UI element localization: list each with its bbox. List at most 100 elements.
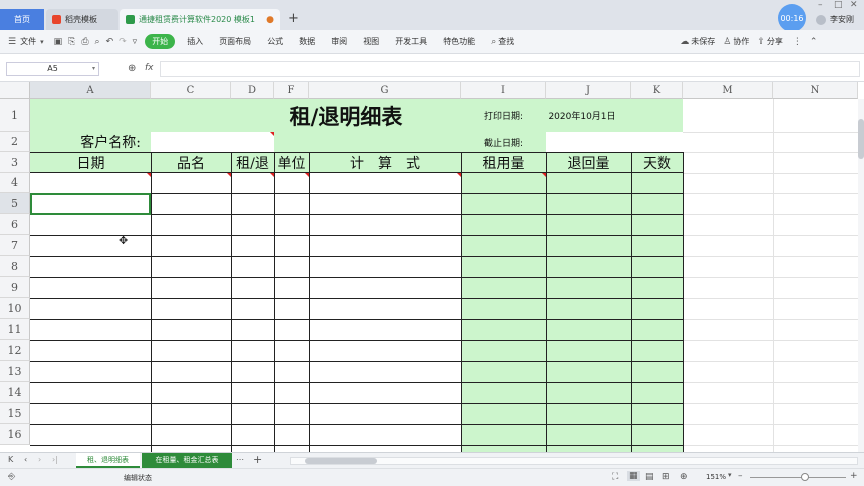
name-box[interactable]: A5 ▾ [6, 62, 99, 76]
col-header-f[interactable]: F [274, 82, 309, 99]
menu-formula[interactable]: 公式 [267, 36, 283, 47]
row-header[interactable]: 3 [0, 152, 30, 173]
header-return-qty[interactable]: 退回量 [546, 152, 631, 173]
header-item[interactable]: 品名 [151, 152, 231, 173]
select-all-corner[interactable] [0, 82, 30, 99]
add-sheet-icon[interactable]: + [253, 453, 262, 466]
zoom-formula-icon[interactable]: ⊕ [128, 63, 136, 74]
row-header[interactable]: 9 [0, 277, 30, 298]
new-tab-button[interactable]: + [288, 11, 299, 26]
col-header-i[interactable]: I [461, 82, 546, 99]
sheet-tab-summary[interactable]: 在租量、租金汇总表 [142, 453, 232, 468]
row-header[interactable]: 4 [0, 173, 30, 193]
col-header-m[interactable]: M [683, 82, 773, 99]
spreadsheet-grid[interactable]: A C D F G I J K M N 1 2 3 4 5 6 7 8 9 10… [0, 82, 864, 452]
row-header[interactable]: 13 [0, 361, 30, 382]
menu-view[interactable]: 视图 [363, 36, 379, 47]
fx-icon[interactable]: fx [145, 63, 154, 73]
zoom-level[interactable]: 151% [706, 473, 726, 481]
menu-data[interactable]: 数据 [299, 36, 315, 47]
zoom-out-icon[interactable]: – [738, 471, 743, 481]
customer-label[interactable]: 客户名称: [30, 132, 151, 152]
cloud-icon[interactable]: ☁ [680, 37, 689, 47]
header-date[interactable]: 日期 [30, 152, 151, 173]
vertical-scrollbar[interactable] [858, 99, 864, 452]
col-header-j[interactable]: J [546, 82, 631, 99]
collab-icon[interactable]: ♙ [723, 37, 731, 47]
col-header-a[interactable]: A [30, 82, 151, 99]
close-icon[interactable]: ✕ [850, 0, 858, 10]
row-header[interactable]: 1 [0, 99, 30, 132]
comment-indicator[interactable] [305, 173, 309, 177]
zoom-dropdown-icon[interactable]: ▾ [728, 471, 732, 479]
hamburger-icon[interactable]: ☰ [8, 37, 16, 47]
row-header[interactable]: 14 [0, 382, 30, 403]
chevron-down-icon[interactable]: ▾ [40, 38, 44, 46]
more-sheets-icon[interactable]: ⋯ [236, 455, 244, 464]
menu-developer[interactable]: 开发工具 [395, 36, 427, 47]
header-rent-return[interactable]: 租/退 [231, 152, 274, 173]
row-header[interactable]: 6 [0, 214, 30, 235]
row-header[interactable]: 5 [0, 193, 30, 214]
collab-button[interactable]: 协作 [733, 36, 749, 47]
print-date-value[interactable]: 2020年10月1日 [546, 99, 618, 132]
zoom-slider-handle[interactable] [801, 473, 809, 481]
tab-document[interactable]: 通捷租赁费计算软件2020 模板1 ● [120, 9, 280, 30]
preview-icon[interactable]: ⌕ [95, 37, 100, 47]
row-header[interactable]: 10 [0, 298, 30, 319]
menu-insert[interactable]: 插入 [187, 36, 203, 47]
header-unit[interactable]: 单位 [274, 152, 309, 173]
macro-icon[interactable]: ⎆ [8, 472, 15, 482]
col-header-k[interactable]: K [631, 82, 683, 99]
tab-home[interactable]: 首页 [0, 9, 44, 30]
minimize-icon[interactable]: – [818, 0, 823, 10]
row-header[interactable]: 7 [0, 235, 30, 256]
row-header[interactable]: 16 [0, 424, 30, 445]
fullscreen-icon[interactable]: ⛶ [612, 472, 618, 482]
share-icon[interactable]: ⇪ [757, 37, 765, 47]
row-header[interactable]: 2 [0, 132, 30, 152]
comment-indicator[interactable] [270, 132, 274, 136]
page-break-view-icon[interactable]: ▤ [645, 472, 654, 482]
first-sheet-icon[interactable]: K [8, 455, 13, 464]
share-button[interactable]: 分享 [767, 36, 783, 47]
more-icon[interactable]: ▿ [133, 37, 138, 47]
search-icon[interactable]: ⌕ [491, 37, 496, 47]
header-rent-qty[interactable]: 租用量 [461, 152, 546, 173]
col-header-c[interactable]: C [151, 82, 231, 99]
col-header-n[interactable]: N [773, 82, 858, 99]
prev-sheet-icon[interactable]: ‹ [24, 455, 27, 464]
last-sheet-icon[interactable]: ›| [52, 455, 58, 464]
avatar[interactable] [816, 15, 826, 25]
zoom-in-icon[interactable]: + [850, 471, 858, 481]
print-date-label[interactable]: 打印日期: [461, 99, 546, 132]
cutoff-date-label[interactable]: 截止日期: [461, 132, 546, 152]
menu-home[interactable]: 开始 [145, 34, 176, 49]
zoom-slider[interactable] [750, 477, 846, 478]
comment-indicator[interactable] [147, 173, 151, 177]
redo-icon[interactable]: ↷ [119, 37, 127, 47]
print-icon[interactable]: ⎙ [81, 37, 88, 47]
menu-file[interactable]: 文件 [20, 36, 36, 47]
row-header[interactable]: 11 [0, 319, 30, 340]
sheet-tab-detail[interactable]: 租、退明细表 [76, 453, 140, 468]
unsaved-status[interactable]: 未保存 [691, 36, 715, 47]
menu-search[interactable]: 查找 [498, 36, 514, 47]
col-header-d[interactable]: D [231, 82, 274, 99]
menu-special[interactable]: 特色功能 [443, 36, 475, 47]
comment-indicator[interactable] [270, 173, 274, 177]
cutoff-date-input[interactable] [546, 132, 683, 152]
export-icon[interactable]: ⎘ [68, 37, 75, 47]
normal-view-icon[interactable]: ▦ [627, 471, 640, 481]
unsaved-dot-icon[interactable]: ● [266, 15, 274, 25]
save-icon[interactable]: ▣ [54, 37, 63, 47]
scrollbar-thumb[interactable] [858, 119, 864, 159]
menu-review[interactable]: 审阅 [331, 36, 347, 47]
menu-page-layout[interactable]: 页面布局 [219, 36, 251, 47]
maximize-icon[interactable]: □ [834, 0, 843, 10]
more-options-icon[interactable]: ⋮ [793, 37, 802, 47]
row-header[interactable]: 8 [0, 256, 30, 277]
collapse-ribbon-icon[interactable]: ⌃ [810, 37, 818, 47]
sheet-title[interactable]: 租/退明细表 [231, 99, 461, 132]
undo-icon[interactable]: ↶ [106, 37, 114, 47]
